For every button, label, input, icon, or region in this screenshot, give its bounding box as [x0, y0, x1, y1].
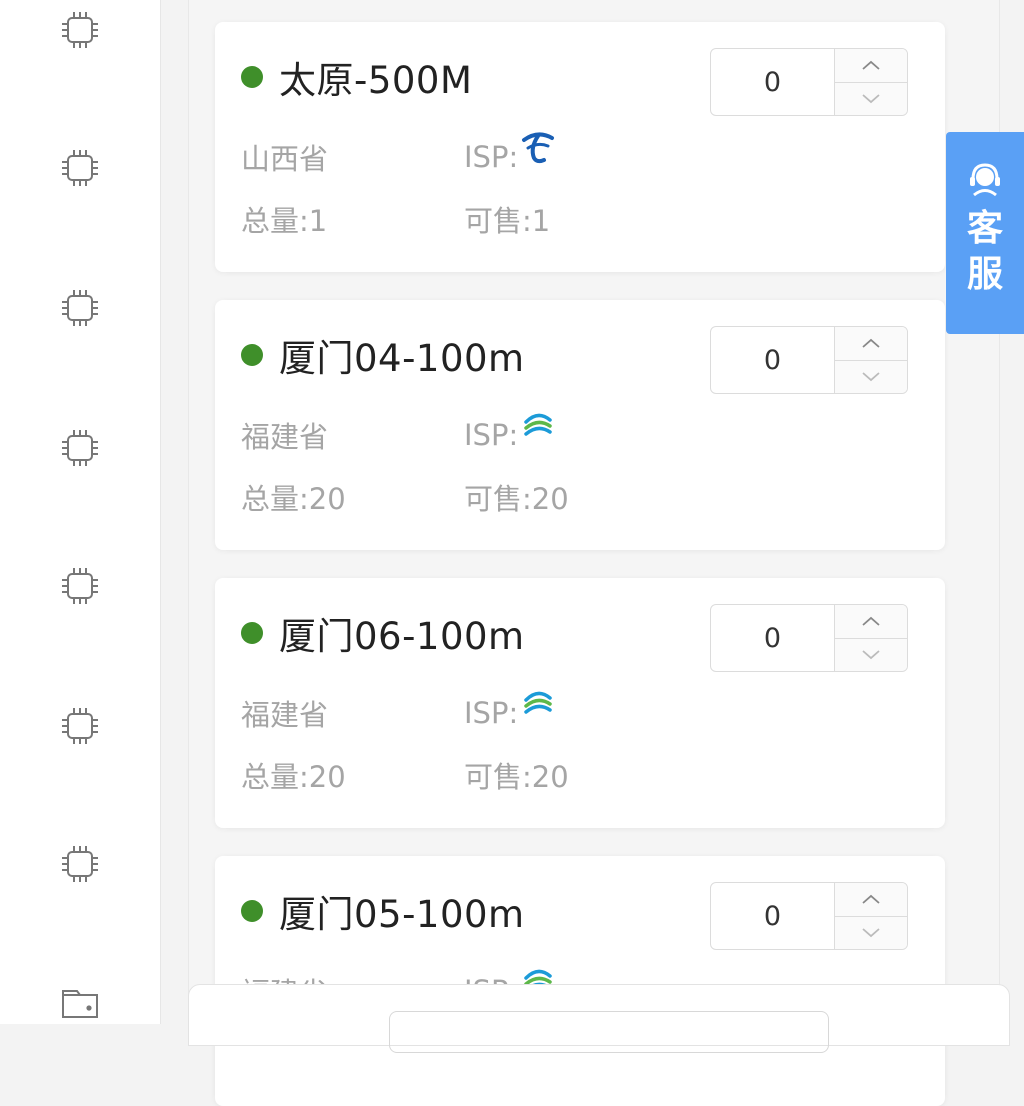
- china-mobile-icon: [520, 686, 556, 729]
- customer-service-button[interactable]: 客 服: [946, 132, 1024, 334]
- quantity-stepper: 0: [710, 882, 908, 950]
- node-title: 厦门06-100m: [279, 615, 525, 658]
- wallet-icon[interactable]: [58, 980, 102, 1024]
- decrement-button[interactable]: [835, 638, 907, 671]
- china-telecom-icon: [520, 130, 556, 173]
- card-title-row: 厦门04-100m: [241, 330, 525, 380]
- card-title-row: 太原-500M: [241, 52, 472, 102]
- status-dot: [241, 622, 263, 644]
- node-title: 厦门05-100m: [279, 893, 525, 936]
- list-item[interactable]: 厦门04-100m 福建省 ISP: 总量:20 可售:20 0: [215, 300, 945, 550]
- decrement-button[interactable]: [835, 916, 907, 949]
- increment-button[interactable]: [835, 327, 907, 361]
- sidebar: [0, 0, 161, 1024]
- isp-label: ISP:: [464, 418, 519, 452]
- status-dot: [241, 66, 263, 88]
- chip-icon[interactable]: [58, 704, 102, 748]
- node-title: 太原-500M: [279, 59, 473, 102]
- isp-field: ISP:: [464, 413, 556, 452]
- chip-icon[interactable]: [58, 146, 102, 190]
- quantity-stepper: 0: [710, 326, 908, 394]
- card-title-row: 厦门05-100m: [241, 886, 525, 936]
- total-count: 总量:1: [241, 204, 328, 238]
- chip-icon[interactable]: [58, 564, 102, 608]
- chevron-up-icon: [862, 895, 880, 904]
- isp-field: ISP:: [464, 691, 556, 730]
- increment-button[interactable]: [835, 883, 907, 917]
- card-title-row: 厦门06-100m: [241, 608, 525, 658]
- decrement-button[interactable]: [835, 82, 907, 115]
- isp-label: ISP:: [464, 696, 519, 730]
- total-count: 总量:20: [241, 482, 346, 516]
- quantity-input[interactable]: 0: [711, 883, 835, 949]
- bottom-input[interactable]: [389, 1011, 829, 1053]
- chevron-down-icon: [862, 372, 880, 381]
- chevron-up-icon: [862, 61, 880, 70]
- province-label: 山西省: [241, 142, 329, 176]
- chip-icon[interactable]: [58, 842, 102, 886]
- quantity-stepper: 0: [710, 48, 908, 116]
- node-title: 厦门04-100m: [279, 337, 525, 380]
- isp-label: ISP:: [464, 140, 519, 174]
- customer-service-label-1: 客: [966, 208, 1003, 249]
- chip-icon[interactable]: [58, 426, 102, 470]
- increment-button[interactable]: [835, 49, 907, 83]
- list-item[interactable]: 厦门06-100m 福建省 ISP: 总量:20 可售:20 0: [215, 578, 945, 828]
- list-item[interactable]: 厦门05-100m 福建省 ISP: 0: [215, 856, 945, 1106]
- quantity-stepper: 0: [710, 604, 908, 672]
- isp-field: ISP:: [464, 132, 556, 174]
- bottom-action-bar: [188, 984, 1010, 1053]
- increment-button[interactable]: [835, 605, 907, 639]
- chevron-down-icon: [862, 94, 880, 103]
- chevron-down-icon: [862, 928, 880, 937]
- chevron-down-icon: [862, 650, 880, 659]
- quantity-input[interactable]: 0: [711, 605, 835, 671]
- total-count: 总量:20: [241, 760, 346, 794]
- chip-icon[interactable]: [58, 8, 102, 52]
- status-dot: [241, 344, 263, 366]
- list-item[interactable]: 太原-500M 山西省 ISP: 总量:1 可售:1 0: [215, 22, 945, 272]
- province-label: 福建省: [241, 420, 329, 454]
- quantity-input[interactable]: 0: [711, 49, 835, 115]
- available-count: 可售:20: [464, 482, 569, 516]
- china-mobile-icon: [520, 408, 556, 451]
- available-count: 可售:1: [464, 204, 551, 238]
- quantity-input[interactable]: 0: [711, 327, 835, 393]
- headset-icon: [965, 162, 1005, 202]
- available-count: 可售:20: [464, 760, 569, 794]
- chevron-up-icon: [862, 617, 880, 626]
- decrement-button[interactable]: [835, 360, 907, 393]
- chevron-up-icon: [862, 339, 880, 348]
- status-dot: [241, 900, 263, 922]
- chip-icon[interactable]: [58, 286, 102, 330]
- customer-service-label-2: 服: [966, 254, 1003, 295]
- province-label: 福建省: [241, 698, 329, 732]
